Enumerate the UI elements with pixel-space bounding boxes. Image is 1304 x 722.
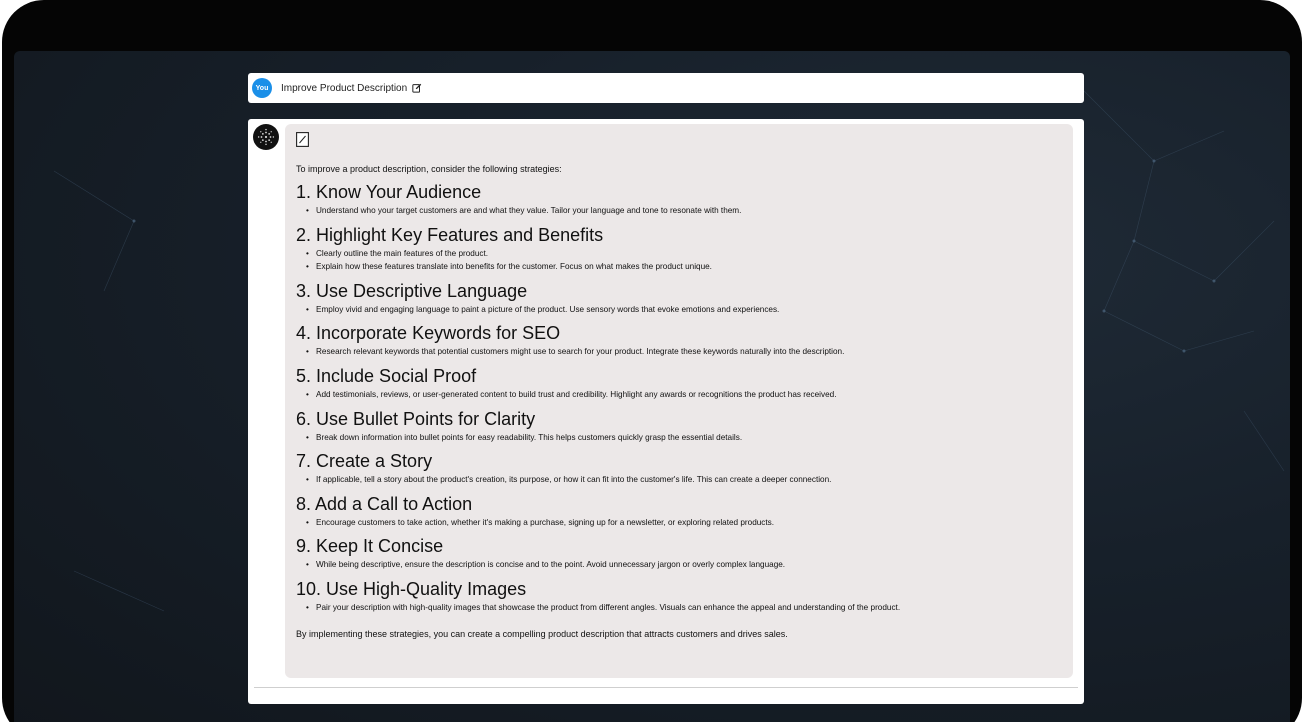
user-message-bar: You Improve Product Description <box>248 73 1084 103</box>
device-frame: You Improve Product Description To impro… <box>0 0 1304 722</box>
assistant-message-panel: To improve a product description, consid… <box>248 119 1084 704</box>
strategy-bullet-list: Break down information into bullet point… <box>296 431 1063 445</box>
strategy-bullet-list: While being descriptive, ensure the desc… <box>296 558 1063 572</box>
strategy-section: 10. Use High-Quality Images Pair your des… <box>296 579 1063 615</box>
strategy-section: 6. Use Bullet Points for Clarity Break do… <box>296 409 1063 445</box>
strategy-section: 5. Include Social Proof Add testimonials,… <box>296 366 1063 402</box>
strategy-heading: 4. Incorporate Keywords for SEO <box>296 323 561 344</box>
strategy-bullet-list: Add testimonials, reviews, or user-gener… <box>296 388 1063 402</box>
strategy-sections: 1. Know Your Audience Understand who your… <box>296 182 1063 615</box>
strategy-heading: 7. Create a Story <box>296 451 433 472</box>
strategy-bullet-list: Encourage customers to take action, whet… <box>296 516 1063 530</box>
strategy-bullet: Understand who your target customers are… <box>306 204 1063 218</box>
strategy-section: 4. Incorporate Keywords for SEOResearch … <box>296 323 1063 359</box>
strategy-bullet-list: Employ vivid and engaging language to pa… <box>296 303 1063 317</box>
note-icon[interactable] <box>296 132 309 147</box>
strategy-heading: 3. Use Descriptive Language <box>296 280 528 301</box>
divider <box>254 687 1078 688</box>
bot-avatar-icon <box>253 124 279 150</box>
strategy-bullet: Pair your description with high-quality … <box>306 601 1063 615</box>
strategy-heading: 5. Include Social Proof <box>296 365 477 386</box>
strategy-bullet: Add testimonials, reviews, or user-gener… <box>306 388 1063 402</box>
strategy-section: 3. Use Descriptive Language Employ vivid … <box>296 281 1063 317</box>
strategy-bullet: Employ vivid and engaging language to pa… <box>306 303 1063 317</box>
strategy-bullet-list: Clearly outline the main features of the… <box>296 247 1063 274</box>
strategy-bullet-list: Understand who your target customers are… <box>296 204 1063 218</box>
strategy-bullet-list: Research relevant keywords that potentia… <box>296 345 1063 359</box>
strategy-bullet: Explain how these features translate int… <box>306 260 1063 274</box>
strategy-section: 7. Create a StoryIf applicable, tell a s… <box>296 451 1063 487</box>
strategy-bullet: Encourage customers to take action, whet… <box>306 516 1063 530</box>
strategy-bullet: Break down information into bullet point… <box>306 431 1063 445</box>
strategy-section: 8. Add a Call to Action Encourage custome… <box>296 494 1063 530</box>
user-prompt-title: Improve Product Description <box>281 82 408 94</box>
strategy-bullet-list: If applicable, tell a story about the pr… <box>296 473 1063 487</box>
strategy-bullet: Research relevant keywords that potentia… <box>306 345 1063 359</box>
strategy-bullet: If applicable, tell a story about the pr… <box>306 473 1063 487</box>
strategy-heading: 9. Keep It Concise <box>296 536 444 557</box>
strategy-heading: 10. Use High-Quality Images <box>296 578 527 599</box>
strategy-heading: 6. Use Bullet Points for Clarity <box>296 408 536 429</box>
strategy-heading: 8. Add a Call to Action <box>296 493 473 514</box>
edit-icon[interactable] <box>412 83 422 93</box>
app-screen: You Improve Product Description To impro… <box>14 51 1290 722</box>
strategy-bullet: While being descriptive, ensure the desc… <box>306 558 1063 572</box>
strategy-bullet: Clearly outline the main features of the… <box>306 247 1063 261</box>
strategy-bullet-list: Pair your description with high-quality … <box>296 601 1063 615</box>
assistant-response: To improve a product description, consid… <box>285 124 1073 678</box>
strategy-section: 9. Keep It ConciseWhile being descriptiv… <box>296 536 1063 572</box>
response-outro: By implementing these strategies, you ca… <box>296 628 788 639</box>
user-avatar: You <box>252 78 272 98</box>
strategy-section: 1. Know Your Audience Understand who your… <box>296 182 1063 218</box>
response-intro: To improve a product description, consid… <box>296 164 562 174</box>
strategy-heading: 1. Know Your Audience <box>296 182 482 202</box>
strategy-heading: 2. Highlight Key Features and Benefits <box>296 224 604 245</box>
strategy-section: 2. Highlight Key Features and Benefits Cl… <box>296 225 1063 274</box>
